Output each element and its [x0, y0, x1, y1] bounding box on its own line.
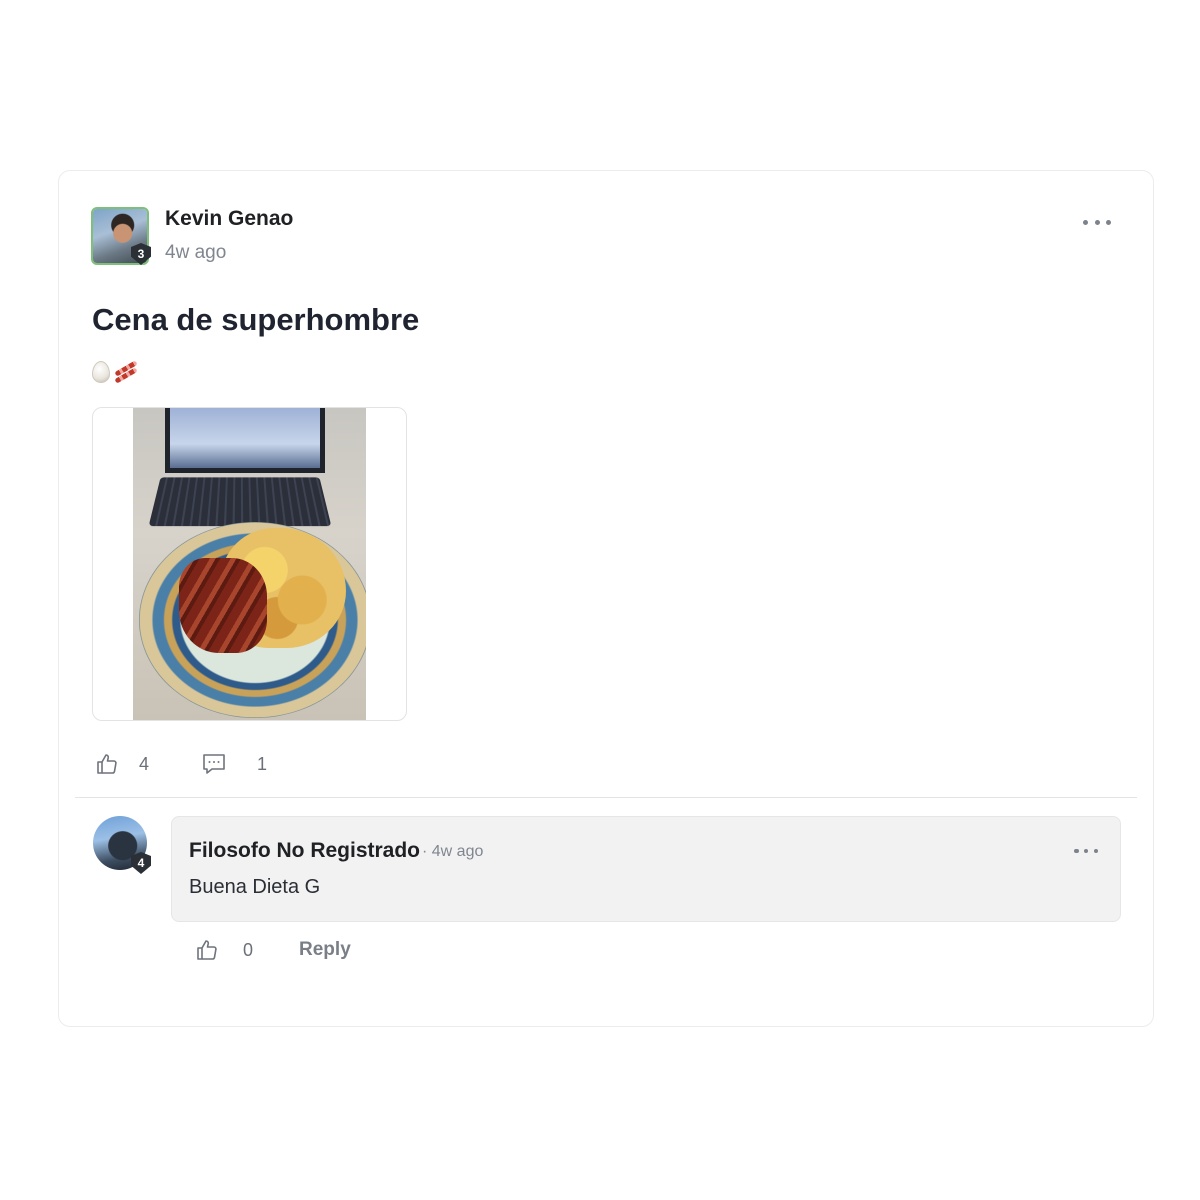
comment-button[interactable]: 1	[201, 751, 267, 777]
post-title: Cena de superhombre	[92, 302, 420, 337]
comment-like-button[interactable]: 0	[195, 938, 253, 962]
comment-actions: 0 Reply	[195, 938, 351, 962]
thumbs-up-icon	[195, 938, 219, 962]
more-options-icon[interactable]	[1083, 215, 1111, 229]
like-button[interactable]: 4	[95, 752, 149, 776]
bacon-emoji-icon	[114, 360, 138, 384]
post-timestamp: 4w ago	[165, 242, 227, 263]
like-count: 4	[139, 753, 150, 774]
level-badge: 4	[131, 852, 151, 874]
post-image-attachment[interactable]	[92, 407, 407, 721]
comment-text: Buena Dieta G	[189, 876, 321, 898]
comment-count: 1	[257, 753, 268, 774]
comment-timestamp: · 4w ago	[422, 843, 484, 860]
food-photo	[133, 408, 366, 720]
more-options-icon[interactable]	[1074, 844, 1098, 858]
egg-emoji-icon	[92, 361, 110, 383]
post-card: 3 Kevin Genao 4w ago Cena de superhombre	[58, 170, 1154, 1027]
author-name[interactable]: Kevin Genao	[165, 207, 293, 231]
commenter-avatar[interactable]: 4	[93, 816, 151, 874]
post-emojis	[92, 360, 138, 384]
comment-icon	[201, 751, 227, 777]
reply-button[interactable]: Reply	[299, 939, 351, 961]
post-actions: 4 1	[95, 751, 267, 777]
author-avatar[interactable]: 3	[91, 207, 151, 265]
comment-bubble: Filosofo No Registrado · 4w ago Buena Di…	[171, 816, 1121, 922]
comment-like-count: 0	[243, 939, 254, 960]
commenter-name[interactable]: Filosofo No Registrado	[189, 839, 420, 863]
thumbs-up-icon	[95, 752, 119, 776]
divider	[75, 797, 1137, 798]
